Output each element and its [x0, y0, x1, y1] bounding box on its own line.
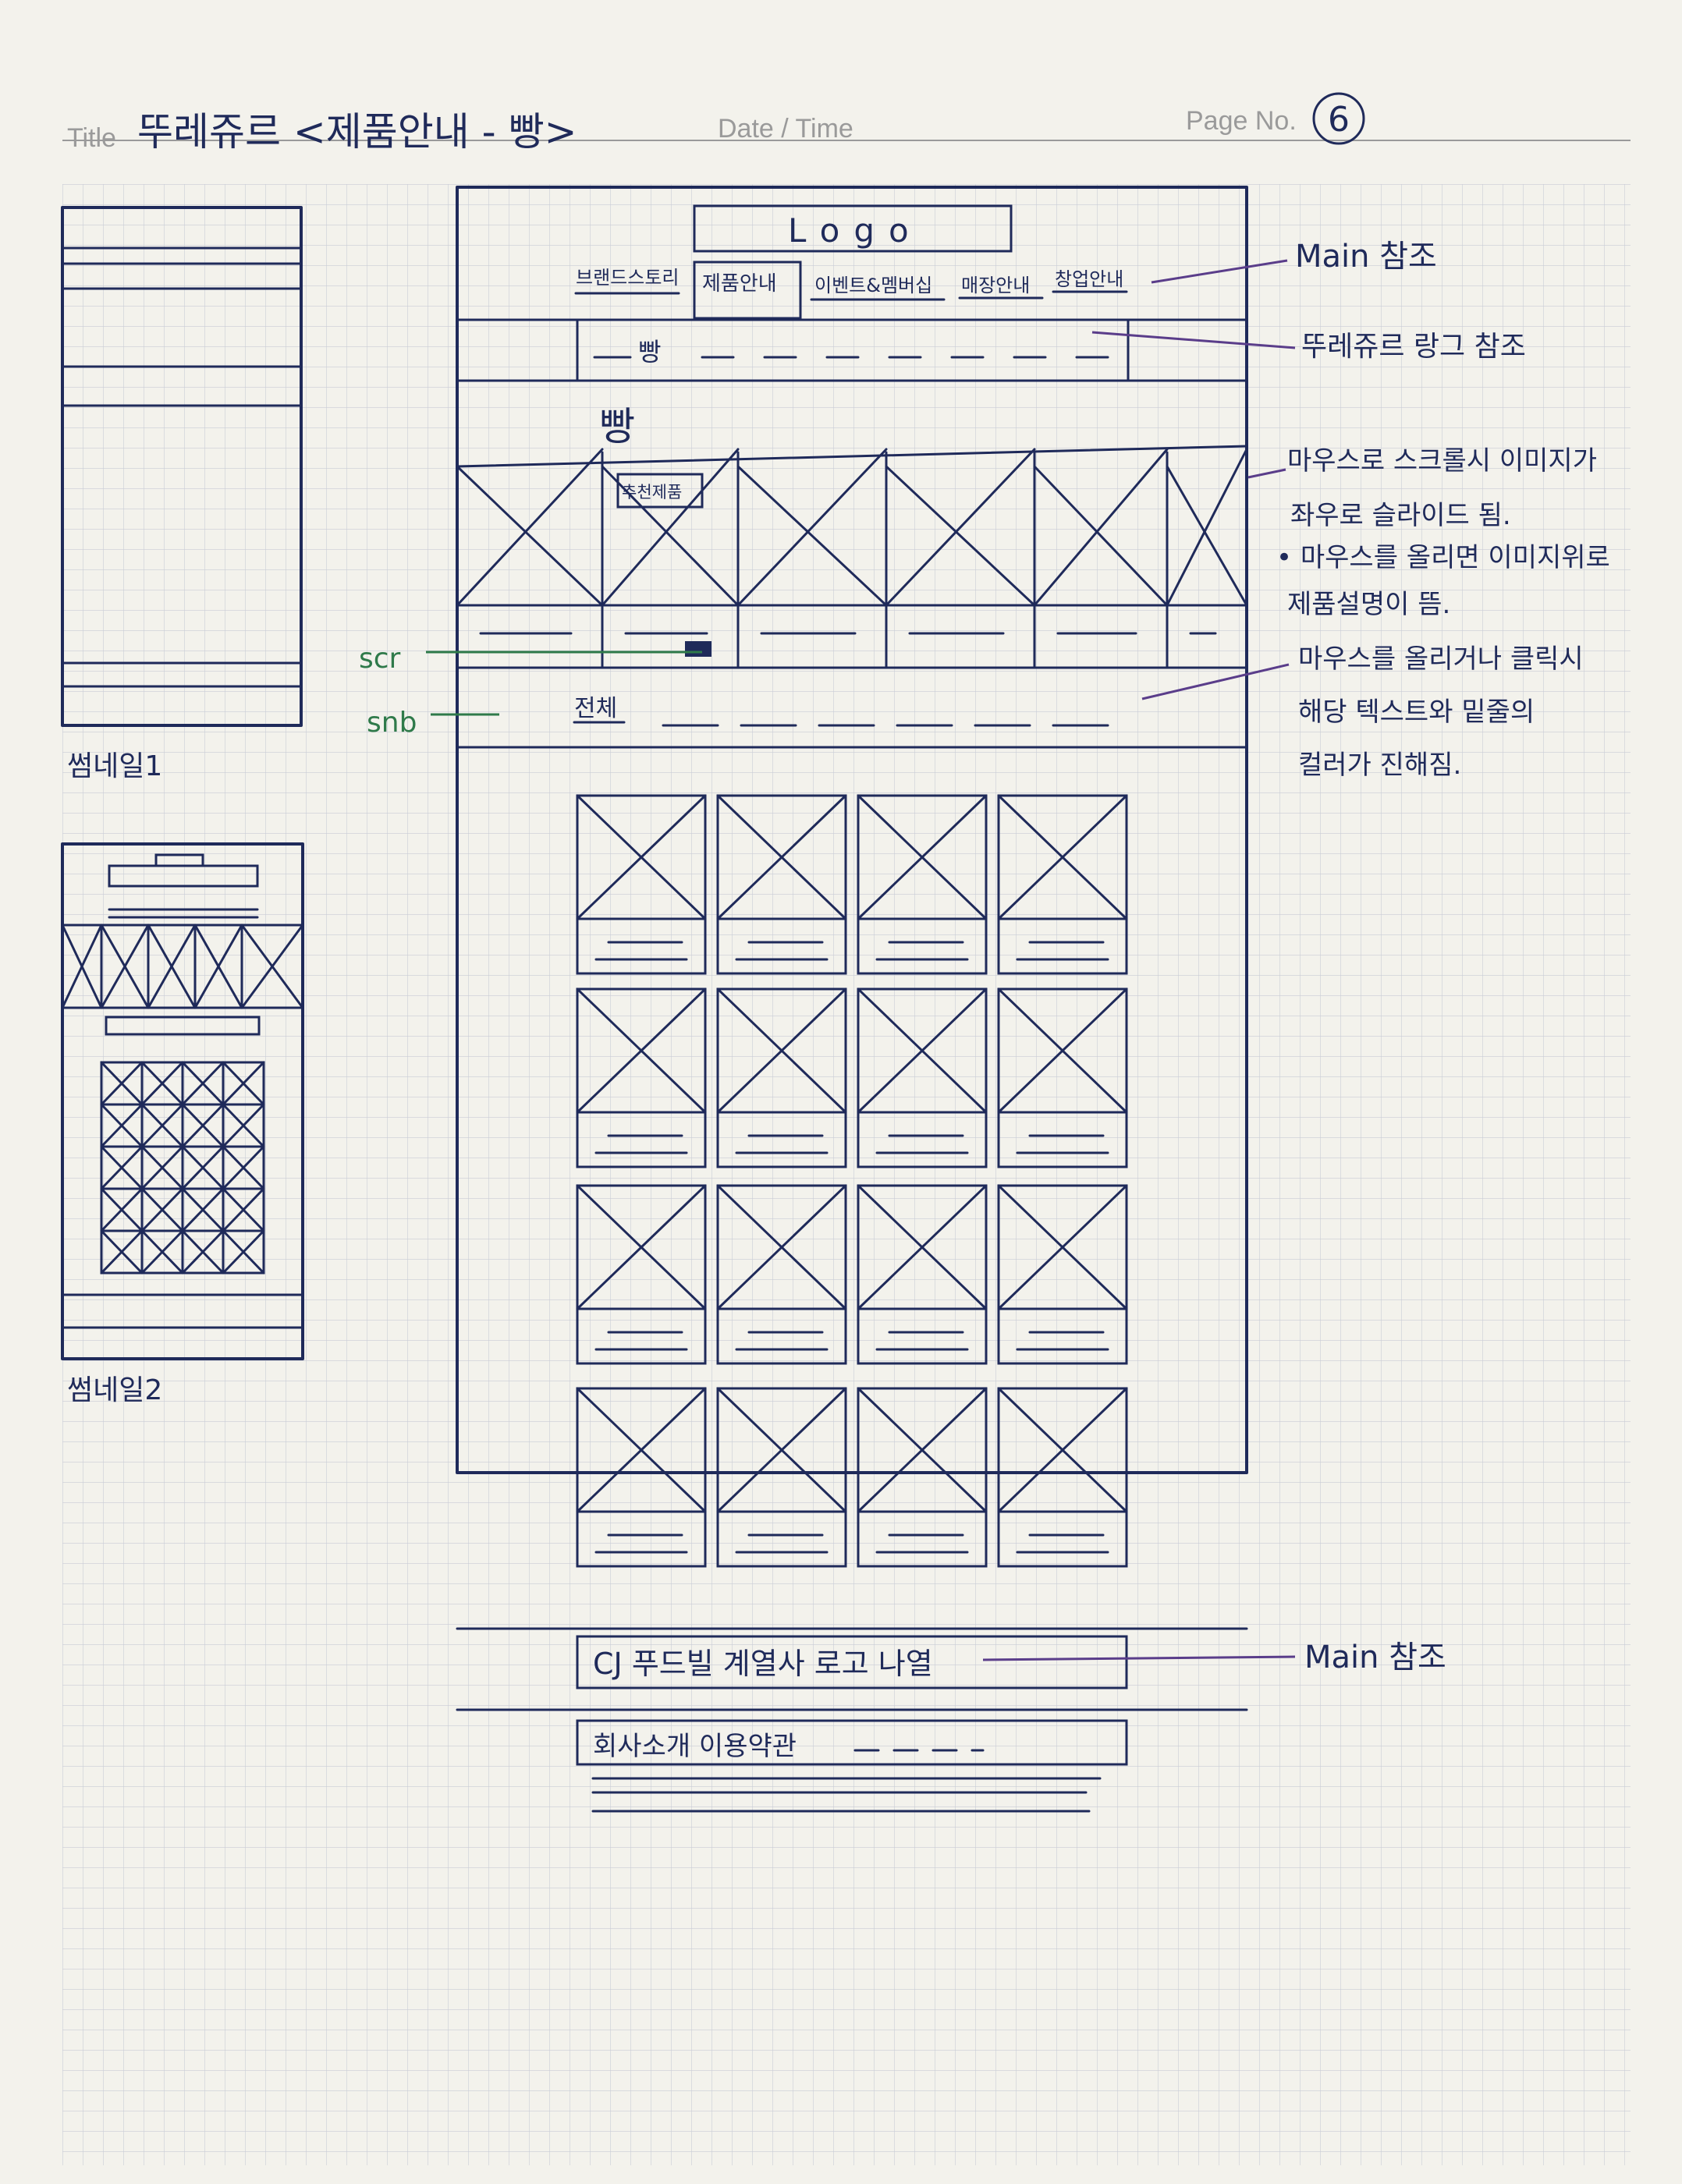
scr-label: scr [359, 643, 401, 675]
annotation-nav-ref: Main 참조 [1295, 239, 1437, 275]
breadcrumb[interactable]: 빵 [638, 337, 661, 367]
annotation-snb-2: 해당 텍스트와 밑줄의 [1298, 697, 1535, 728]
thumbnail-1-label: 썸네일1 [67, 750, 162, 782]
annotation-slider-4: 제품설명이 뜸. [1287, 589, 1450, 620]
snb-item-all[interactable]: 전체 [574, 695, 617, 722]
annotation-breadcrumb-ref: 뚜레쥬르 랑그 참조 [1301, 331, 1526, 363]
thumbnail-2-label: 썸네일2 [67, 1374, 162, 1406]
nav-item-brand-story[interactable]: 브랜드스토리 [576, 267, 679, 289]
footer-family-logos: CJ 푸드빌 계열사 로고 나열 [593, 1647, 933, 1681]
nav-item-stores[interactable]: 매장안내 [961, 275, 1030, 296]
wireframe-sheet: Title 뚜레쥬르 <제품안내 - 빵> Date / Time Page N… [0, 0, 1682, 2184]
date-label: Date / Time [718, 114, 853, 144]
recommended-badge-text: 추천제품 [622, 483, 682, 502]
section-title: 빵 [599, 404, 635, 449]
page-number: 6 [1328, 100, 1350, 140]
annotation-snb-3: 컬러가 진해짐. [1298, 750, 1461, 781]
nav-item-events[interactable]: 이벤트&멤버십 [814, 275, 932, 296]
annotation-slider-3: • 마우스를 올리면 이미지위로 [1276, 542, 1610, 573]
footer-links[interactable]: 회사소개 이용약관 [593, 1731, 797, 1762]
sheet-title: 뚜레쥬르 <제품안내 - 빵> [137, 109, 577, 154]
snb-label: snb [367, 707, 417, 739]
page-label: Page No. [1186, 106, 1297, 136]
title-label: Title [67, 123, 116, 153]
annotation-slider-2: 좌우로 슬라이드 됨. [1290, 500, 1511, 531]
scroll-thumb[interactable] [685, 641, 711, 657]
annotation-footer-ref: Main 참조 [1304, 1640, 1446, 1675]
grid-paper [62, 184, 1631, 2165]
nav-item-products[interactable]: 제품안내 [702, 272, 777, 296]
logo-text: Logo [788, 211, 923, 250]
annotation-slider-1: 마우스로 스크롤시 이미지가 [1287, 445, 1597, 477]
annotation-snb-1: 마우스를 올리거나 클릭시 [1298, 644, 1584, 675]
nav-item-franchise[interactable]: 창업안내 [1055, 268, 1123, 290]
